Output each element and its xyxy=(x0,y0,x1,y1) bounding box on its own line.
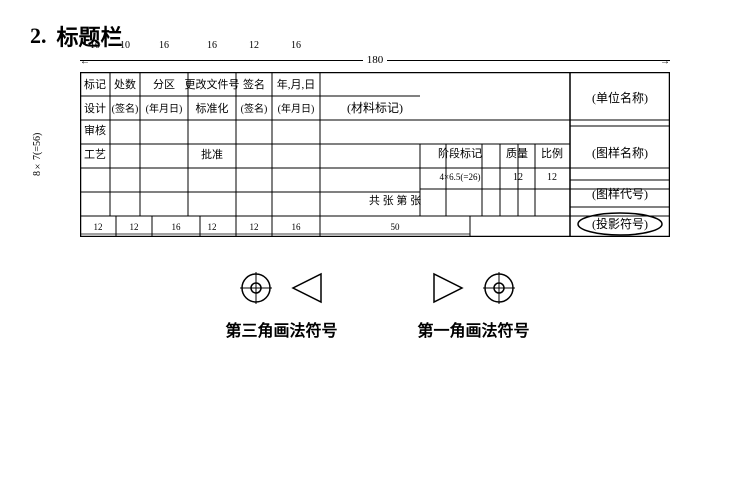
top-dim-line: ← 180 → xyxy=(80,54,670,66)
svg-text:(图样名称): (图样名称) xyxy=(592,145,648,160)
svg-text:更改文件号: 更改文件号 xyxy=(185,77,240,91)
svg-text:12: 12 xyxy=(547,172,557,183)
third-angle-group: 第三角画法符号 xyxy=(225,267,337,341)
svg-text:(材料标记): (材料标记) xyxy=(347,101,403,115)
svg-text:处数: 处数 xyxy=(114,78,136,91)
svg-text:标记: 标记 xyxy=(84,77,106,91)
page-container: 2. 标题栏 ← 180 → 10 10 16 16 12 16 8×7(=56… xyxy=(0,0,735,500)
svg-text:年,月,日: 年,月,日 xyxy=(277,77,316,91)
svg-text:签名: 签名 xyxy=(243,77,265,91)
svg-text:12: 12 xyxy=(513,172,523,183)
svg-text:12: 12 xyxy=(130,222,139,232)
svg-text:16: 16 xyxy=(172,222,182,232)
section-number: 2. xyxy=(30,23,47,49)
left-dim-label: 8×7(=56) xyxy=(32,133,43,176)
svg-text:(图样代号): (图样代号) xyxy=(592,186,648,201)
third-angle-triangle xyxy=(285,267,327,309)
svg-text:(年月日): (年月日) xyxy=(278,102,315,115)
svg-text:16: 16 xyxy=(292,222,302,232)
svg-text:阶段标记: 阶段标记 xyxy=(438,146,482,160)
top-dim-1: 10 xyxy=(80,40,110,51)
third-angle-circle xyxy=(235,267,277,309)
svg-text:12: 12 xyxy=(250,222,259,232)
top-subdims: 10 10 16 16 12 16 xyxy=(80,40,420,51)
svg-text:工艺: 工艺 xyxy=(84,148,106,161)
bottom-dim-arrows xyxy=(80,239,670,249)
top-dim-6: 16 xyxy=(272,40,320,51)
svg-text:标准化: 标准化 xyxy=(196,101,229,115)
third-angle-label: 第三角画法符号 xyxy=(225,317,337,341)
svg-text:设计: 设计 xyxy=(84,102,106,115)
top-dim-2: 10 xyxy=(110,40,140,51)
diagram-container: ← 180 → 10 10 16 16 12 16 8×7(=56) xyxy=(80,72,705,249)
svg-text:批准: 批准 xyxy=(201,147,223,161)
svg-text:审核: 审核 xyxy=(84,123,106,137)
svg-text:(年月日): (年月日) xyxy=(146,102,183,115)
first-angle-triangle xyxy=(428,267,470,309)
svg-text:分区: 分区 xyxy=(153,78,175,91)
title-block-svg: 标记 处数 分区 更改文件号 签名 年,月,日 (材料标记) 设计 (签名) (… xyxy=(80,72,670,237)
first-angle-label: 第一角画法符号 xyxy=(418,317,530,341)
svg-text:比例: 比例 xyxy=(541,146,563,160)
svg-text:(签名): (签名) xyxy=(112,102,139,115)
svg-text:4×6.5(=26): 4×6.5(=26) xyxy=(440,172,481,182)
svg-text:质量: 质量 xyxy=(506,147,528,160)
first-angle-circle xyxy=(478,267,520,309)
top-dim-3: 16 xyxy=(140,40,188,51)
top-dim-label: 180 xyxy=(367,54,384,66)
svg-text:(签名): (签名) xyxy=(241,102,268,115)
top-dim-5: 12 xyxy=(236,40,272,51)
svg-text:共 张 第 张: 共 张 第 张 xyxy=(369,193,421,207)
svg-text:(单位名称): (单位名称) xyxy=(592,90,648,105)
top-dim-4: 16 xyxy=(188,40,236,51)
third-angle-icons xyxy=(235,267,327,309)
left-dim: 8×7(=56) xyxy=(32,72,43,237)
svg-text:12: 12 xyxy=(208,222,217,232)
svg-text:12: 12 xyxy=(94,222,103,232)
svg-text:(投影符号): (投影符号) xyxy=(592,216,648,231)
svg-text:50: 50 xyxy=(391,222,401,232)
first-angle-group: 第一角画法符号 xyxy=(418,267,530,341)
first-angle-icons xyxy=(428,267,520,309)
symbols-section: 第三角画法符号 第一角画法符号 xyxy=(50,267,705,341)
